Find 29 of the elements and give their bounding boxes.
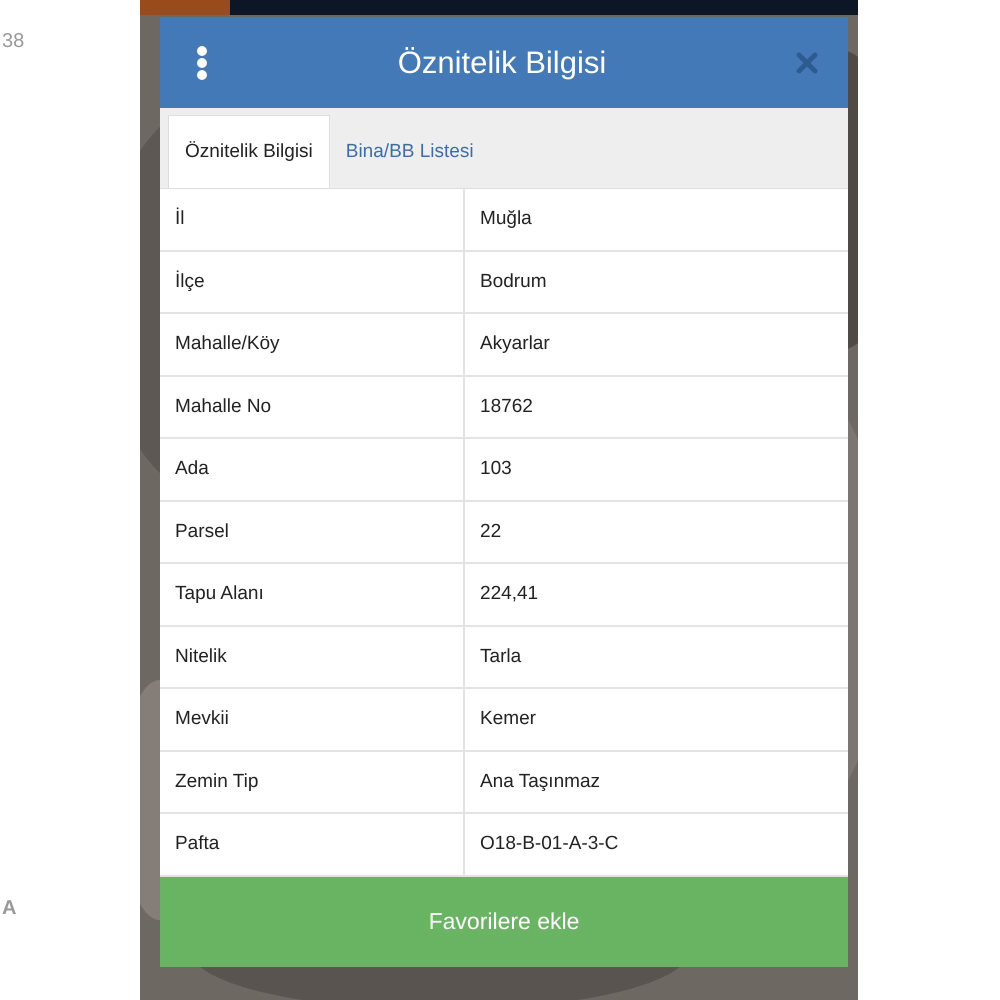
value-cell-text: 18762 [479, 394, 534, 419]
tab[interactable]: Bina/BB Listesi [330, 115, 490, 188]
fragment-text: A [2, 897, 16, 920]
value-cell-text: 103 [479, 457, 513, 482]
value-cell-text: Tarla [479, 644, 522, 669]
kebab-menu-icon[interactable] [196, 46, 208, 80]
label-cell: Parsel [160, 502, 465, 562]
label-cell: Tapu Alanı [160, 564, 465, 624]
value-cell-text: O18-B-01-A-3-C [479, 832, 620, 856]
value-cell-text: Bodrum [479, 270, 548, 294]
label-cell: İlçe [160, 252, 465, 312]
add-favorites-button[interactable]: Favorilere ekle [160, 876, 848, 966]
label-cell: Zemin Tip [160, 752, 465, 812]
value-cell-text: 22 [479, 520, 502, 544]
value-cell-text: Ana Taşınmaz [479, 770, 602, 794]
label-cell: Pafta [160, 814, 465, 874]
value-cell-text: Muğla [479, 207, 533, 232]
label-cell: Ada [160, 439, 465, 500]
fragment-text: 38 [2, 30, 24, 53]
label-cell: İl [160, 189, 465, 250]
value-cell-text: Akyarlar [479, 332, 551, 356]
label-cell: Mahalle/Köy [160, 314, 465, 374]
value-cell-text: Kemer [479, 707, 537, 732]
label-cell: Mahalle No [160, 376, 465, 437]
tab[interactable]: Öznitelik Bilgisi [168, 115, 330, 188]
value-cell-text: 224,41 [479, 582, 540, 606]
dialog-title: Öznitelik Bilgisi [398, 44, 606, 80]
label-cell: Nitelik [160, 626, 465, 687]
label-cell: Mevkii [160, 689, 465, 750]
